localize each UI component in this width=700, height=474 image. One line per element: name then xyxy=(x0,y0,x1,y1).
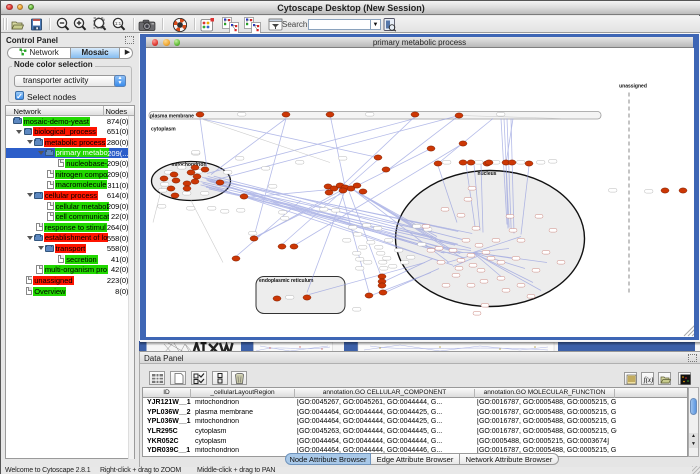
svg-text:mitochondrion: mitochondrion xyxy=(172,162,207,168)
svg-text:nucleus: nucleus xyxy=(478,171,497,177)
svg-text:f(x): f(x) xyxy=(643,376,653,384)
svg-text:endoplasmic reticulum: endoplasmic reticulum xyxy=(259,278,314,284)
svg-text:1:1: 1:1 xyxy=(115,21,122,26)
svg-text:plasma membrane: plasma membrane xyxy=(150,113,194,119)
svg-text:cytoplasm: cytoplasm xyxy=(151,126,176,132)
svg-text:unassigned: unassigned xyxy=(619,83,647,89)
